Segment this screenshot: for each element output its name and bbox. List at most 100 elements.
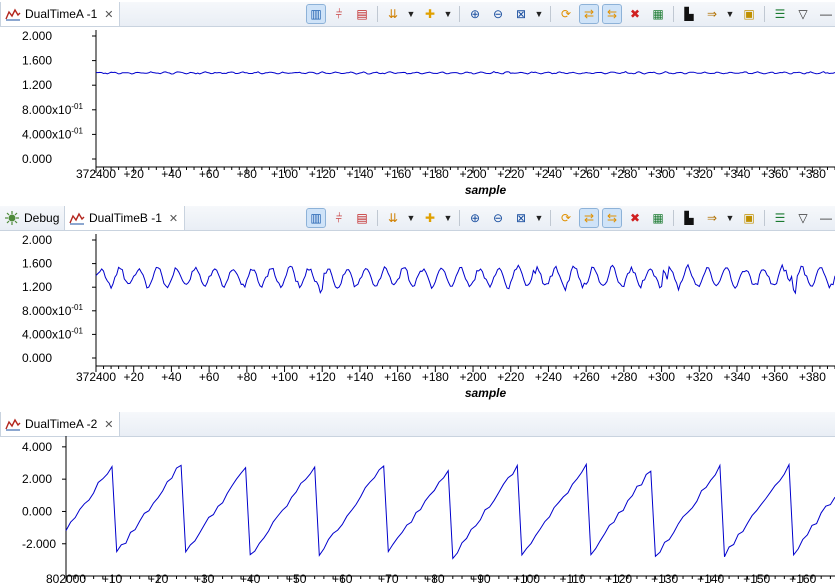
dropdown-arrow[interactable]: ▼ — [407, 5, 416, 23]
x-tick-label: +220 — [497, 167, 524, 181]
fit-vertical-icon[interactable]: ⫩ — [330, 209, 348, 227]
x-tick-label: 372400 — [76, 167, 116, 181]
y-tick-label: 4.000x10-01 — [22, 326, 84, 341]
toolbar-separator — [459, 210, 460, 226]
x-tick-label: +20 — [124, 370, 145, 384]
toolbar-separator — [673, 210, 674, 226]
zoom-fit-icon[interactable]: ⊠ — [512, 5, 530, 23]
x-tick-label: +220 — [497, 370, 524, 384]
x-tick-label: +280 — [610, 167, 637, 181]
y-tick-label: 4.000x10-01 — [22, 126, 84, 141]
add-plot-icon[interactable]: ✚ — [421, 209, 439, 227]
refresh-icon[interactable]: ⟳ — [557, 5, 575, 23]
tab-label: DualTimeA -1 — [25, 7, 98, 21]
export-icon[interactable]: ▦ — [649, 209, 667, 227]
x-tick-label: +340 — [723, 167, 750, 181]
x-tick-label: +160 — [789, 572, 816, 586]
toolbar-separator — [764, 6, 765, 22]
pin-icon[interactable]: ▙ — [680, 209, 698, 227]
add-plot-icon[interactable]: ✚ — [421, 5, 439, 23]
tab-bar: DualTimeA -1 ✕ ▥ ⫩ ▤ ⇊ ▼ ✚ ▼ ⊕ ⊖ ⊠ ▼ ⟳ ⇄ ⇆ ✖ ▦ ▙ ⇒ ▼ ▣ ☰ ▽ — — [0, 2, 835, 27]
zoom-out-icon[interactable]: ⊖ — [489, 5, 507, 23]
arrow-menu-icon[interactable]: ⇒ — [703, 209, 721, 227]
graph-panel-1: DualTimeA -1 ✕ ▥ ⫩ ▤ ⇊ ▼ ✚ ▼ ⊕ ⊖ ⊠ ▼ ⟳ ⇄ ⇆ ✖ ▦ ▙ ⇒ ▼ ▣ ☰ ▽ — 2… — [0, 2, 835, 200]
toolbar-separator — [550, 6, 551, 22]
lock-icon[interactable]: ▣ — [740, 5, 758, 23]
x-tick-label: +120 — [309, 167, 336, 181]
close-icon[interactable]: ✕ — [169, 212, 178, 225]
fit-horizontal-icon[interactable]: ▥ — [306, 4, 326, 24]
x-tick-label: +260 — [573, 370, 600, 384]
delete-icon[interactable]: ✖ — [626, 5, 644, 23]
toolbar-separator — [377, 210, 378, 226]
tab-bar: DualTimeA -2 ✕ — [0, 412, 835, 437]
x-tick-label: +20 — [148, 572, 169, 586]
x-tick-label: +120 — [605, 572, 632, 586]
arrow-menu-icon[interactable]: ⇒ — [703, 5, 721, 23]
minimize-icon[interactable]: — — [817, 209, 835, 227]
x-tick-label: +40 — [161, 370, 182, 384]
tab-dualtimeb-1[interactable]: DualTimeB -1 ✕ — [64, 206, 186, 230]
sync-time-icon[interactable]: ⇆ — [602, 4, 622, 24]
tab-dualtimea-2[interactable]: DualTimeA -2 ✕ — [0, 412, 121, 436]
chart-area[interactable]: 2.000 1.600 1.200 8.000x10-01 4.000x10-01 0.0… — [0, 26, 835, 200]
view-menu-icon[interactable]: ▽ — [794, 5, 812, 23]
toolbar-separator — [459, 6, 460, 22]
fit-vertical-icon[interactable]: ⫩ — [330, 5, 348, 23]
fit-horizontal-icon[interactable]: ▥ — [306, 208, 326, 228]
x-tick-label: +40 — [240, 572, 261, 586]
chart-area[interactable]: 4.000 2.000 0.000 -2.000 802000 +10 +20 +30 +40 +… — [0, 436, 835, 586]
zoom-fit-icon[interactable]: ⊠ — [512, 209, 530, 227]
export-icon[interactable]: ▦ — [649, 5, 667, 23]
x-tick-label: +80 — [424, 572, 445, 586]
y-tick-label: 2.000 — [22, 29, 52, 43]
sync-time-icon[interactable]: ⇆ — [602, 208, 622, 228]
delete-icon[interactable]: ✖ — [626, 209, 644, 227]
sync-icon[interactable]: ⇄ — [579, 4, 599, 24]
y-tick-label: -2.000 — [22, 537, 56, 551]
tab-label: DualTimeA -2 — [25, 417, 98, 431]
lock-icon[interactable]: ▣ — [740, 209, 758, 227]
close-icon[interactable]: ✕ — [104, 418, 113, 431]
chart-area[interactable]: 2.000 1.600 1.200 8.000x10-01 4.000x10-01 0.0… — [0, 230, 835, 404]
graph-toolbar: ▥ ⫩ ▤ ⇊ ▼ ✚ ▼ ⊕ ⊖ ⊠ ▼ ⟳ ⇄ ⇆ ✖ ▦ ▙ ⇒ ▼ ▣ ☰ ▽ — — [306, 208, 835, 228]
y-tick-label: 8.000x10-01 — [22, 102, 84, 117]
y-tick-label: 0.000 — [22, 351, 52, 365]
zoom-in-icon[interactable]: ⊕ — [466, 5, 484, 23]
zoom-out-icon[interactable]: ⊖ — [489, 209, 507, 227]
dropdown-arrow[interactable]: ▼ — [444, 5, 453, 23]
x-tick-label: +360 — [761, 370, 788, 384]
toolbar-separator — [377, 6, 378, 22]
close-icon[interactable]: ✕ — [104, 8, 113, 21]
minimize-icon[interactable]: — — [817, 5, 835, 23]
sync-icon[interactable]: ⇄ — [579, 208, 599, 228]
refresh-icon[interactable]: ⟳ — [557, 209, 575, 227]
dropdown-arrow[interactable]: ▼ — [444, 209, 453, 227]
y-tick-label: 0.000 — [22, 152, 52, 166]
fit-all-icon[interactable]: ▤ — [353, 5, 371, 23]
y-tick-label: 1.600 — [22, 54, 52, 68]
marker-icon[interactable]: ⇊ — [384, 209, 402, 227]
y-tick-label: 4.000 — [22, 440, 52, 454]
view-menu-icon[interactable]: ▽ — [794, 209, 812, 227]
dropdown-arrow[interactable]: ▼ — [535, 209, 544, 227]
x-tick-label: +100 — [513, 572, 540, 586]
zoom-in-icon[interactable]: ⊕ — [466, 209, 484, 227]
x-tick-label: +140 — [346, 167, 373, 181]
x-axis-label: sample — [465, 183, 507, 197]
tab-debug[interactable]: Debug — [0, 206, 65, 230]
properties-icon[interactable]: ☰ — [771, 209, 789, 227]
pin-icon[interactable]: ▙ — [680, 5, 698, 23]
properties-icon[interactable]: ☰ — [771, 5, 789, 23]
fit-all-icon[interactable]: ▤ — [353, 209, 371, 227]
dropdown-arrow[interactable]: ▼ — [535, 5, 544, 23]
y-tick-label: 1.600 — [22, 257, 52, 271]
marker-icon[interactable]: ⇊ — [384, 5, 402, 23]
dropdown-arrow[interactable]: ▼ — [726, 5, 735, 23]
x-tick-label: +240 — [535, 370, 562, 384]
tab-dualtimea-1[interactable]: DualTimeA -1 ✕ — [0, 2, 121, 26]
dropdown-arrow[interactable]: ▼ — [726, 209, 735, 227]
dropdown-arrow[interactable]: ▼ — [407, 209, 416, 227]
graph-panel-2: Debug DualTimeB -1 ✕ ▥ ⫩ ▤ ⇊ ▼ ✚ ▼ ⊕ ⊖ ⊠ ▼ ⟳ ⇄ ⇆ ✖ ▦ ▙ ⇒ ▼… — [0, 206, 835, 404]
x-tick-label: +10 — [102, 572, 123, 586]
